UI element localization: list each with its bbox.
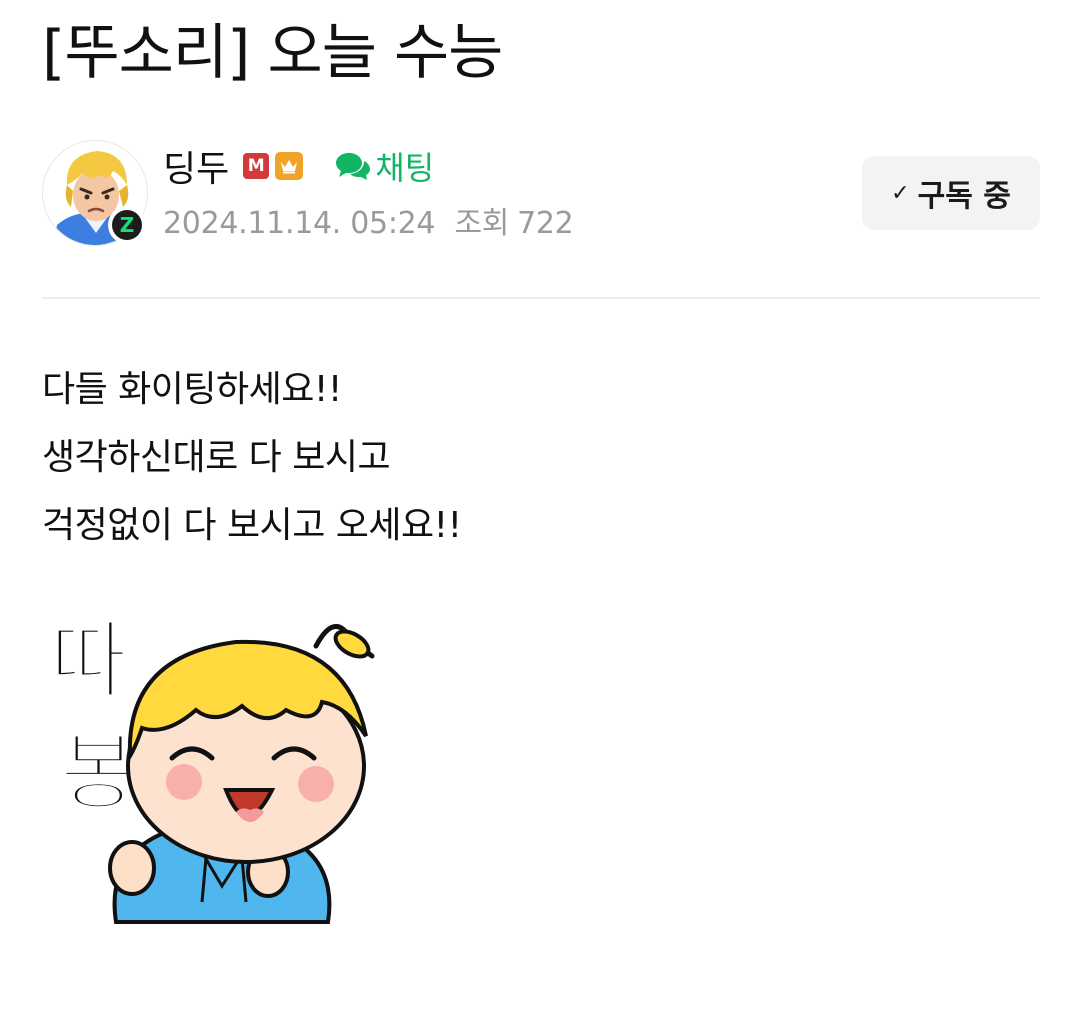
level-badge-label: Z (112, 210, 142, 240)
post-meta: 2024.11.14. 05:24 조회 722 (163, 198, 574, 242)
views-label: 조회 (454, 206, 510, 241)
manager-badge: M (243, 153, 270, 179)
sticker-image: 따 봉 (46, 606, 406, 926)
speech-bubbles-icon (336, 153, 371, 180)
subscribe-label: 구독 중 (917, 179, 1011, 214)
author-name[interactable]: 딩두 (163, 140, 229, 192)
author-row: 딩두 M 채팅 (163, 142, 434, 190)
subscribe-button[interactable]: ✓ 구독 중 (862, 156, 1040, 230)
sticker-text-bottom: 봉 (60, 724, 137, 822)
header-divider (42, 297, 1040, 299)
post-title: [뚜소리] 오늘 수능 (42, 18, 503, 88)
post-datetime: 2024.11.14. 05:24 (163, 206, 436, 241)
chat-label: 채팅 (375, 149, 435, 187)
chat-link[interactable]: 채팅 (335, 143, 434, 189)
body-line: 다들 화이팅하세요!! (42, 369, 342, 410)
body-line: 생각하신대로 다 보시고 (42, 437, 391, 478)
level-badge: Z (108, 206, 146, 244)
checkmark-icon: ✓ (891, 180, 910, 206)
crown-icon (275, 152, 304, 180)
body-line: 걱정없이 다 보시고 오세요!! (42, 505, 462, 546)
post-body: 다들 화이팅하세요!! 생각하신대로 다 보시고 걱정없이 다 보시고 오세요!… (42, 356, 462, 560)
views-count: 722 (517, 206, 574, 241)
sticker-text-top: 따 (50, 612, 127, 710)
author-avatar[interactable]: Z (42, 140, 148, 246)
